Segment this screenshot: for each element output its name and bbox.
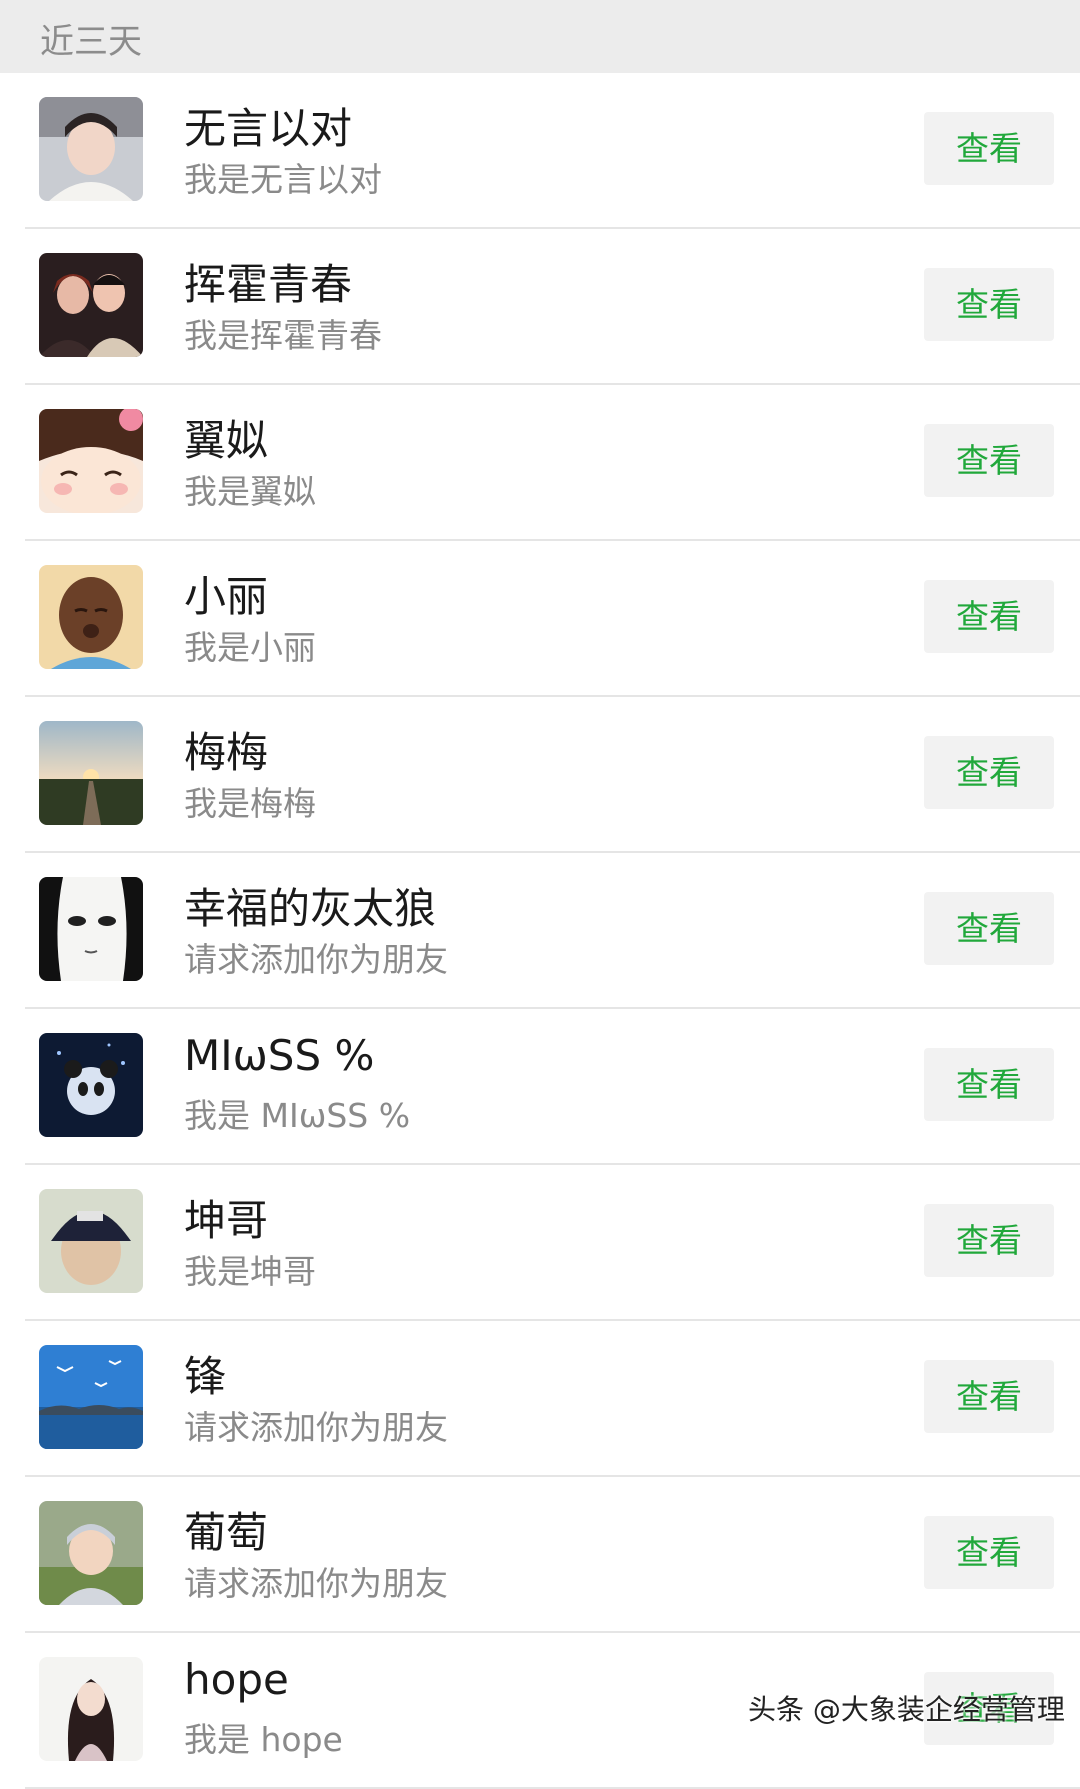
request-message: 我是坤哥 — [184, 1252, 316, 1291]
view-button[interactable]: 查看 — [924, 112, 1054, 185]
request-name: hope — [184, 1655, 289, 1704]
view-button[interactable]: 查看 — [924, 736, 1054, 809]
request-message: 我是 MIωSS % — [184, 1096, 411, 1135]
list-item[interactable]: 锋 请求添加你为朋友 查看 — [0, 1321, 1080, 1477]
request-name: MIωSS % — [184, 1031, 375, 1080]
request-message: 请求添加你为朋友 — [184, 1564, 448, 1603]
view-button[interactable]: 查看 — [924, 1204, 1054, 1277]
list-item[interactable]: 坤哥 我是坤哥 查看 — [0, 1165, 1080, 1321]
list-item[interactable]: 幸福的灰太狼 请求添加你为朋友 查看 — [0, 853, 1080, 1009]
view-button[interactable]: 查看 — [924, 1048, 1054, 1121]
request-message: 我是 hope — [184, 1720, 343, 1759]
list-item[interactable]: 小丽 我是小丽 查看 — [0, 541, 1080, 697]
list-item[interactable]: MIωSS % 我是 MIωSS % 查看 — [0, 1009, 1080, 1165]
view-button[interactable]: 查看 — [924, 1360, 1054, 1433]
request-message: 我是挥霍青春 — [184, 316, 382, 355]
avatar[interactable] — [39, 1189, 143, 1293]
list-item[interactable]: 无言以对 我是无言以对 查看 — [0, 73, 1080, 229]
request-name: 幸福的灰太狼 — [184, 884, 437, 933]
request-message: 我是翼姒 — [184, 472, 316, 511]
avatar[interactable] — [39, 877, 143, 981]
view-button[interactable]: 查看 — [924, 580, 1054, 653]
request-name: 葡萄 — [184, 1508, 269, 1557]
avatar[interactable] — [39, 409, 143, 513]
avatar[interactable] — [39, 565, 143, 669]
section-title: 近三天 — [40, 22, 142, 62]
section-header: 近三天 — [0, 0, 1080, 73]
list-item[interactable]: 葡萄 请求添加你为朋友 查看 — [0, 1477, 1080, 1633]
request-name: 小丽 — [184, 572, 269, 621]
request-message: 我是梅梅 — [184, 784, 316, 823]
request-message: 我是小丽 — [184, 628, 316, 667]
friend-request-list: 无言以对 我是无言以对 查看 挥霍青春 我是挥霍青春 查看 翼姒 我是翼姒 查看… — [0, 73, 1080, 1789]
list-item[interactable]: 梅梅 我是梅梅 查看 — [0, 697, 1080, 853]
avatar[interactable] — [39, 1345, 143, 1449]
request-name: 翼姒 — [184, 416, 269, 465]
view-button[interactable]: 查看 — [924, 424, 1054, 497]
request-name: 挥霍青春 — [184, 260, 353, 309]
avatar[interactable] — [39, 1501, 143, 1605]
avatar[interactable] — [39, 721, 143, 825]
request-name: 坤哥 — [184, 1196, 269, 1245]
avatar[interactable] — [39, 1033, 143, 1137]
request-message: 请求添加你为朋友 — [184, 1408, 448, 1447]
list-item[interactable]: 挥霍青春 我是挥霍青春 查看 — [0, 229, 1080, 385]
avatar[interactable] — [39, 253, 143, 357]
list-item[interactable]: 翼姒 我是翼姒 查看 — [0, 385, 1080, 541]
view-button[interactable]: 查看 — [924, 1516, 1054, 1589]
avatar[interactable] — [39, 1657, 143, 1761]
view-button[interactable]: 查看 — [924, 268, 1054, 341]
request-name: 梅梅 — [184, 728, 269, 777]
request-name: 锋 — [184, 1352, 227, 1401]
request-message: 请求添加你为朋友 — [184, 940, 448, 979]
watermark: 头条 @大象装企经营管理 — [748, 1693, 1065, 1726]
request-name: 无言以对 — [184, 104, 353, 153]
request-message: 我是无言以对 — [184, 160, 382, 199]
avatar[interactable] — [39, 97, 143, 201]
view-button[interactable]: 查看 — [924, 892, 1054, 965]
